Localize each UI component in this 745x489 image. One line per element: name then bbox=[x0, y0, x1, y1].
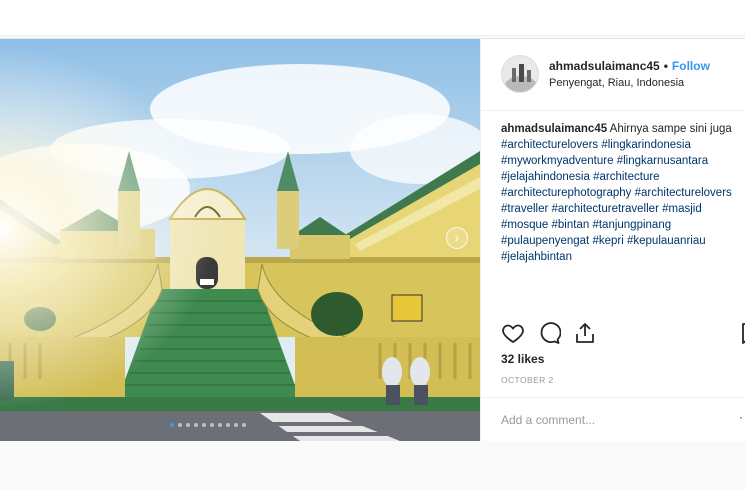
hashtag[interactable]: #bintan bbox=[552, 219, 590, 231]
carousel-indicator bbox=[170, 423, 246, 429]
post-caption: ahmadsulaimanc45 Ahirnya sampe sini juga… bbox=[501, 121, 744, 265]
post-sidebar: ahmadsulaimanc45 • Follow Penyengat, Riau,… bbox=[480, 39, 745, 441]
comment-bubble-icon[interactable] bbox=[537, 321, 562, 345]
hashtag[interactable]: #architecturelovers bbox=[635, 187, 732, 199]
chevron-right-icon: › bbox=[454, 229, 460, 245]
hashtag[interactable]: #architecturetraveller bbox=[552, 203, 659, 215]
post-card: › ahmadsulaimanc45 • Follow Penyengat, R… bbox=[0, 38, 745, 441]
follow-button[interactable]: Follow bbox=[672, 59, 710, 73]
post-date[interactable]: OCTOBER 2 bbox=[501, 375, 554, 385]
carousel-dot bbox=[202, 423, 206, 427]
carousel-dot bbox=[186, 423, 190, 427]
hashtag[interactable]: #kepulauanriau bbox=[627, 235, 706, 247]
mosque-photo bbox=[0, 39, 480, 441]
post-header: ahmadsulaimanc45 • Follow Penyengat, Riau,… bbox=[481, 39, 745, 111]
hashtag[interactable]: #tanjungpinang bbox=[592, 219, 671, 231]
caption-author[interactable]: ahmadsulaimanc45 bbox=[501, 123, 607, 135]
carousel-dot bbox=[178, 423, 182, 427]
hashtag[interactable]: #lingkarindonesia bbox=[601, 139, 691, 151]
caption-text: Ahirnya sampe sini juga bbox=[609, 123, 732, 135]
hashtag[interactable]: #masjid bbox=[662, 203, 702, 215]
separator: • bbox=[663, 59, 668, 73]
comment-input[interactable] bbox=[501, 411, 721, 429]
carousel-dot bbox=[194, 423, 198, 427]
comment-section: · bbox=[481, 397, 745, 441]
hashtag[interactable]: #kepri bbox=[592, 235, 623, 247]
next-photo-button[interactable]: › bbox=[446, 227, 468, 249]
hashtag[interactable]: #mosque bbox=[501, 219, 548, 231]
hashtag[interactable]: #jelajahbintan bbox=[501, 251, 572, 263]
bookmark-icon[interactable] bbox=[739, 321, 745, 345]
username-link[interactable]: ahmadsulaimanc45 bbox=[549, 59, 660, 73]
likes-count[interactable]: 32 likes bbox=[501, 352, 544, 366]
carousel-dot bbox=[210, 423, 214, 427]
carousel-dot bbox=[234, 423, 238, 427]
carousel-dot bbox=[170, 423, 174, 427]
carousel-dot bbox=[218, 423, 222, 427]
carousel-dot bbox=[226, 423, 230, 427]
hashtag[interactable]: #architecture bbox=[593, 171, 659, 183]
hashtag[interactable]: #architecturephotography bbox=[501, 187, 631, 199]
heart-icon[interactable] bbox=[501, 321, 525, 345]
share-icon[interactable] bbox=[573, 321, 597, 345]
hashtag[interactable]: #pulaupenyengat bbox=[501, 235, 589, 247]
top-navigation-bar bbox=[0, 0, 745, 36]
more-options-icon[interactable]: · bbox=[739, 410, 743, 424]
hashtag[interactable]: #jelajahindonesia bbox=[501, 171, 590, 183]
avatar[interactable] bbox=[501, 55, 539, 93]
avatar-image bbox=[502, 56, 538, 92]
hashtag[interactable]: #myworkmyadventure bbox=[501, 155, 613, 167]
hashtag[interactable]: #traveller bbox=[501, 203, 548, 215]
post-actions bbox=[501, 321, 745, 345]
hashtag[interactable]: #lingkarnusantara bbox=[617, 155, 708, 167]
location-link[interactable]: Penyengat, Riau, Indonesia bbox=[549, 77, 684, 89]
hashtag[interactable]: #architecturelovers bbox=[501, 139, 598, 151]
post-photo[interactable]: › bbox=[0, 39, 480, 441]
carousel-dot bbox=[242, 423, 246, 427]
